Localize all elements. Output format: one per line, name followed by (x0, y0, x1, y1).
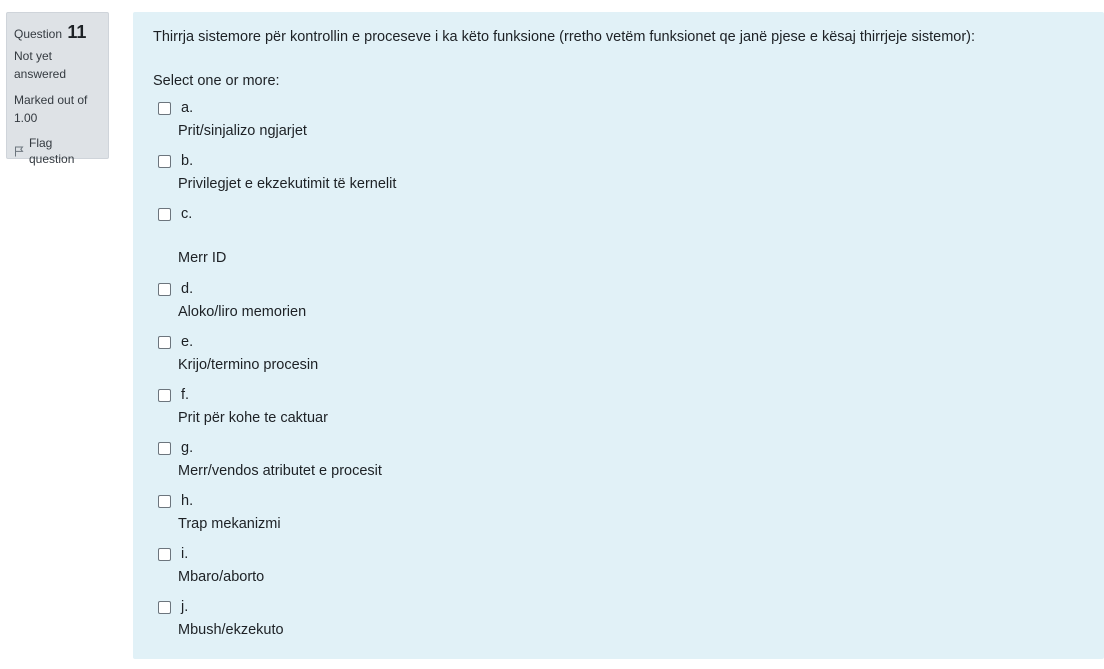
answer-checkbox[interactable] (158, 207, 171, 221)
answer-letter: c. (181, 206, 193, 222)
answer-option-e[interactable]: e. Krijo/termino procesin (158, 332, 318, 375)
answer-prompt: Select one or more: (153, 73, 280, 89)
answer-option-d[interactable]: d. Aloko/liro memorien (158, 279, 306, 322)
answer-option-f[interactable]: f. Prit për kohe te caktuar (158, 385, 328, 428)
answer-option-a[interactable]: a. Prit/sinjalizo ngjarjet (158, 98, 307, 141)
answer-letter: g. (181, 440, 194, 456)
answer-option-c[interactable]: c. Merr ID (158, 204, 226, 268)
answer-letter: h. (181, 493, 194, 509)
answer-label[interactable]: Merr ID (178, 248, 226, 268)
answer-checkbox[interactable] (158, 388, 171, 402)
answer-option-h[interactable]: h. Trap mekanizmi (158, 491, 281, 534)
answer-label[interactable]: Mbaro/aborto (178, 567, 264, 587)
answer-letter: e. (181, 334, 194, 350)
question-number-value: 11 (67, 22, 87, 42)
answer-label[interactable]: Trap mekanizmi (178, 514, 281, 534)
question-info-panel: Question 11 Not yet answered Marked out … (6, 12, 109, 166)
answer-option-i[interactable]: i. Mbaro/aborto (158, 544, 264, 587)
flag-question-link[interactable]: Flag question (14, 135, 101, 167)
answer-checkbox[interactable] (158, 282, 171, 296)
answer-option-g[interactable]: g. Merr/vendos atributet e procesit (158, 438, 382, 481)
answer-label[interactable]: Aloko/liro memorien (178, 302, 306, 322)
question-number-label: Question (14, 27, 63, 41)
answer-checkbox[interactable] (158, 335, 171, 349)
answer-label[interactable]: Privilegjet e ekzekutimit të kernelit (178, 174, 396, 194)
answer-letter: j. (181, 599, 189, 615)
answer-checkbox[interactable] (158, 600, 171, 614)
answer-label[interactable]: Krijo/termino procesin (178, 355, 318, 375)
answer-letter: f. (181, 387, 190, 403)
answer-label[interactable]: Prit për kohe te caktuar (178, 408, 328, 428)
flag-icon (15, 146, 24, 156)
answer-checkbox[interactable] (158, 101, 171, 115)
flag-question-label: Flag question (29, 136, 75, 166)
answer-checkbox[interactable] (158, 547, 171, 561)
answer-checkbox[interactable] (158, 494, 171, 508)
question-text: Thirrja sistemore për kontrollin e proce… (153, 29, 976, 45)
answer-label[interactable]: Mbush/ekzekuto (178, 620, 284, 640)
answer-letter: b. (181, 153, 194, 169)
answer-option-j[interactable]: j. Mbush/ekzekuto (158, 597, 284, 640)
answer-letter: a. (181, 100, 194, 116)
answer-option-b[interactable]: b. Privilegjet e ekzekutimit të kernelit (158, 151, 396, 194)
question-number: Question 11 (14, 21, 101, 43)
answer-letter: d. (181, 281, 194, 297)
answer-label[interactable]: Prit/sinjalizo ngjarjet (178, 121, 307, 141)
question-state: Not yet answered (14, 49, 67, 81)
answer-label[interactable]: Merr/vendos atributet e procesit (178, 461, 382, 481)
question-formulation: Thirrja sistemore për kontrollin e proce… (133, 12, 1104, 659)
answer-letter: i. (181, 546, 189, 562)
answer-checkbox[interactable] (158, 154, 171, 168)
question-grade: Marked out of 1.00 (14, 93, 88, 125)
answer-checkbox[interactable] (158, 441, 171, 455)
